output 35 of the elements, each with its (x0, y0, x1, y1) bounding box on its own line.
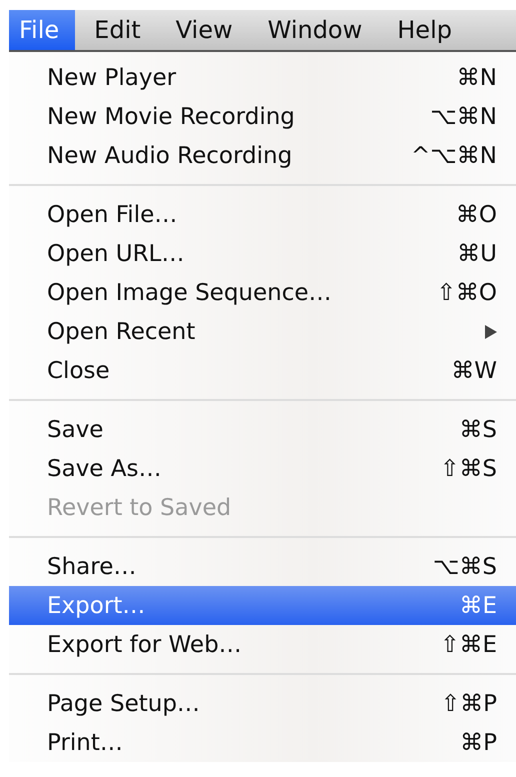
menu-item[interactable]: Close ⌘W (9, 351, 516, 390)
menu-item[interactable]: New Movie Recording ⌥⌘N (9, 97, 516, 136)
menu-item[interactable]: Open File… ⌘O (9, 195, 516, 234)
shortcut: ⌘E (459, 592, 497, 618)
menu-item[interactable]: Export… ⌘E (9, 586, 516, 625)
shortcut: ⌘O (456, 202, 497, 228)
menu-title[interactable]: Edit (84, 10, 157, 50)
menu-item[interactable]: New Player ⌘N (9, 58, 516, 97)
menu-title[interactable]: View (166, 10, 249, 50)
shortcut: ⌘N (456, 64, 497, 90)
shortcut: ⌘P (460, 730, 497, 756)
shortcut: ⌘U (457, 240, 497, 266)
shortcut: ⇧⌘P (440, 690, 497, 716)
menu-item[interactable]: Share… ⌥⌘S (9, 547, 516, 586)
menu-item[interactable]: New Audio Recording ^⌥⌘N (9, 136, 516, 175)
shortcut: ⌘W (451, 358, 497, 384)
shortcut: ⇧⌘O (436, 280, 497, 306)
menu-item[interactable]: Page Setup… ⇧⌘P (9, 684, 516, 723)
menu-title[interactable]: Help (387, 10, 468, 50)
menu-item[interactable]: Export for Web… ⇧⌘E (9, 625, 516, 664)
menu-title[interactable]: File (9, 10, 76, 50)
menu-item[interactable]: Save As… ⇧⌘S (9, 449, 516, 488)
menu-title[interactable]: Window (258, 10, 378, 50)
menu-item[interactable]: Open Recent (9, 312, 516, 351)
menu-item[interactable]: Open URL… ⌘U (9, 234, 516, 273)
shortcut: ⌥⌘S (432, 554, 497, 580)
menu-item[interactable]: Print… ⌘P (9, 723, 516, 762)
shortcut: ⇧⌘S (440, 456, 497, 482)
shortcut: ⌥⌘N (430, 104, 497, 130)
menu-item[interactable]: Save ⌘S (9, 410, 516, 449)
shortcut: ⌘S (459, 416, 497, 442)
shortcut: ⇧⌘E (440, 632, 497, 658)
submenu-arrow-icon (485, 324, 497, 338)
shortcut: ^⌥⌘N (411, 142, 497, 168)
menu-item[interactable]: Open Image Sequence… ⇧⌘O (9, 273, 516, 312)
